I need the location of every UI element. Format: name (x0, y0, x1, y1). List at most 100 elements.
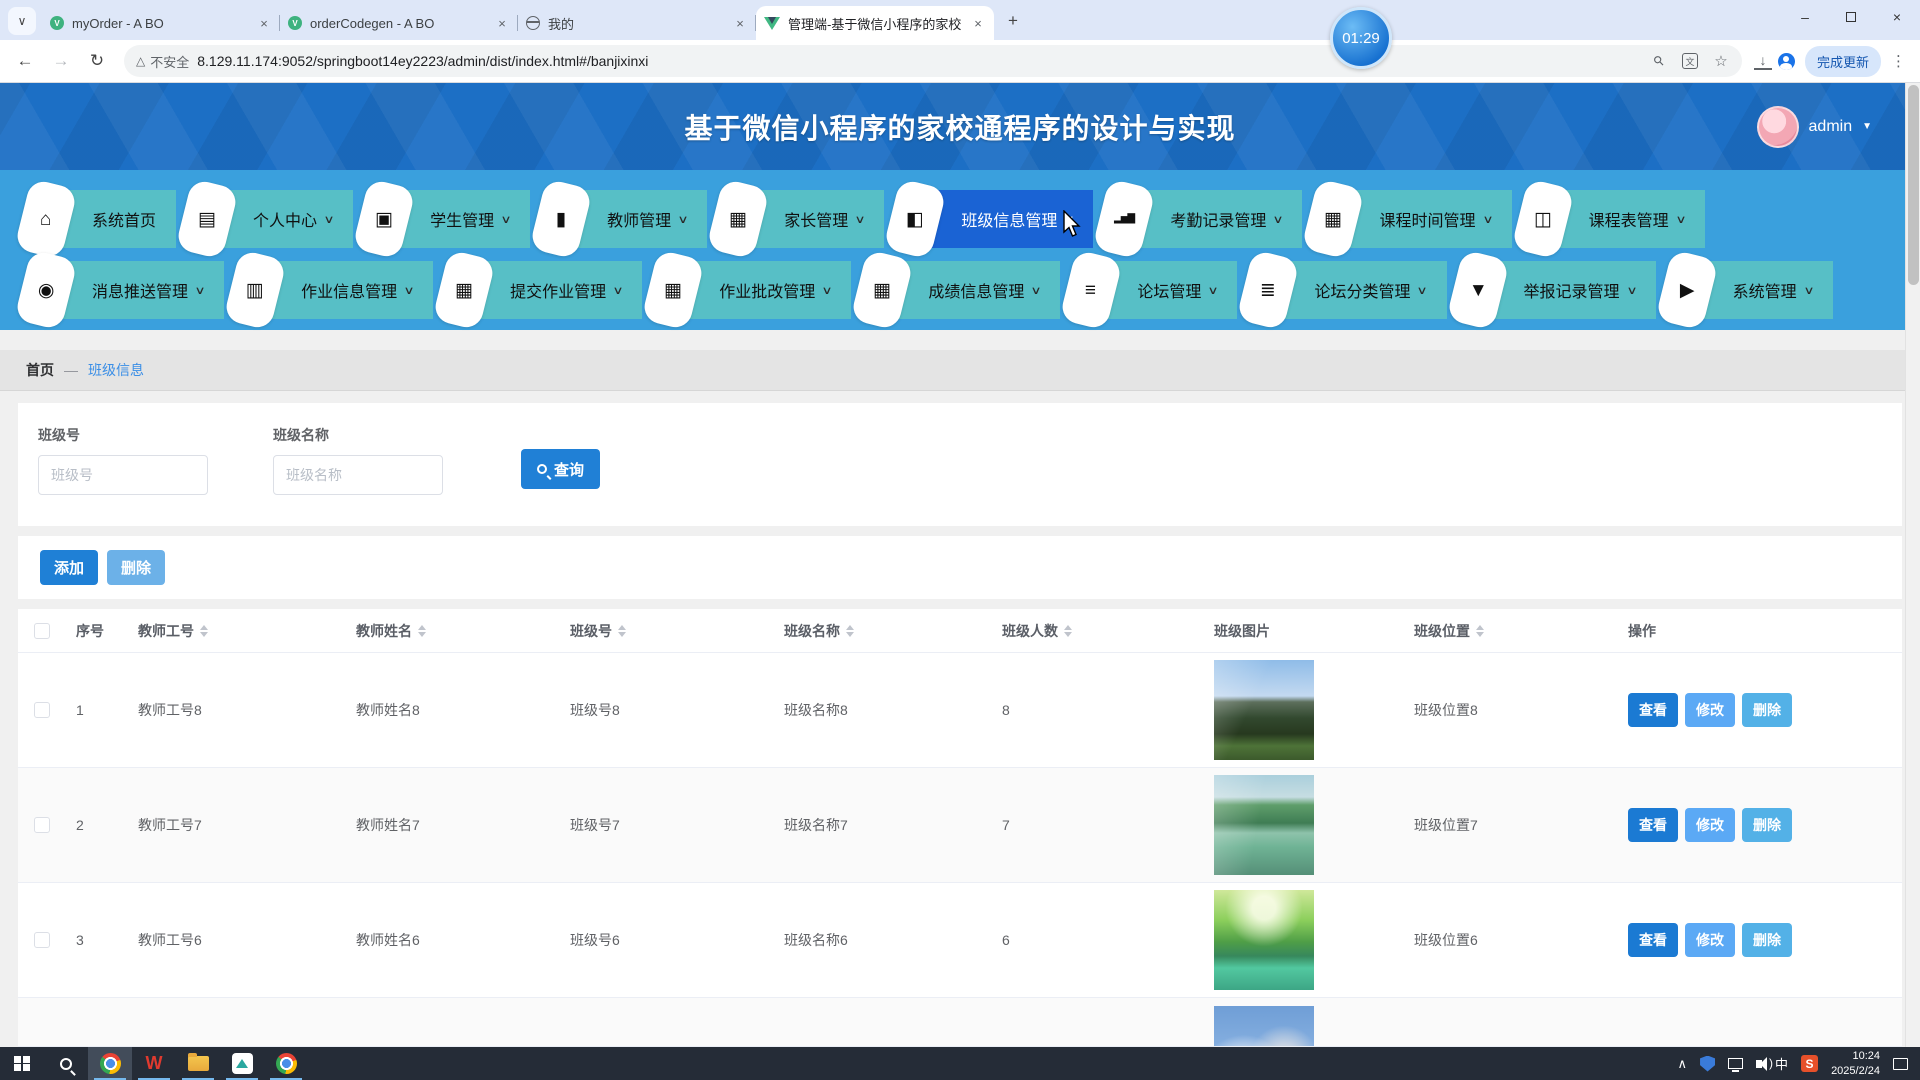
window-minimize-button[interactable]: – (1782, 0, 1828, 34)
taskbar-file-explorer[interactable] (176, 1047, 220, 1080)
query-button[interactable]: 查询 (521, 449, 600, 489)
select-all-checkbox[interactable] (34, 623, 50, 639)
profile-avatar-icon[interactable] (1778, 53, 1795, 70)
new-tab-button[interactable]: + (1000, 8, 1026, 34)
nav-item-forum-category-mgmt[interactable]: ≣ 论坛分类管理∨ (1252, 261, 1446, 319)
blue-sky-clouds-photo[interactable] (1214, 1006, 1314, 1047)
sort-icon[interactable] (1476, 625, 1484, 637)
view-button[interactable]: 查看 (1628, 808, 1678, 842)
col-teacher-name[interactable]: 教师姓名 (346, 621, 560, 641)
tab-close-icon[interactable]: × (494, 15, 510, 31)
window-restore-button[interactable] (1828, 0, 1874, 34)
security-chip[interactable]: △ 不安全 (136, 52, 189, 71)
volume-icon[interactable] (1756, 1060, 1762, 1068)
tray-expand-icon[interactable]: ∧ (1678, 1056, 1688, 1072)
edit-button[interactable]: 修改 (1685, 693, 1735, 727)
nav-item-homework-submit-mgmt[interactable]: ▦ 提交作业管理∨ (448, 261, 642, 319)
class-name-input[interactable] (273, 455, 443, 495)
back-button[interactable]: ← (10, 46, 40, 76)
nav-item-teacher-mgmt[interactable]: ▮ 教师管理∨ (545, 190, 707, 248)
sort-icon[interactable] (1064, 625, 1072, 637)
nav-item-attendance-mgmt[interactable]: ▂▅▇ 考勤记录管理∨ (1108, 190, 1302, 248)
mountain-valley-photo[interactable] (1214, 660, 1314, 760)
sogou-icon[interactable]: S (1801, 1055, 1818, 1072)
col-class-size[interactable]: 班级人数 (992, 621, 1204, 641)
sort-icon[interactable] (200, 625, 208, 637)
col-class-no[interactable]: 班级号 (560, 621, 774, 641)
scrollbar-thumb[interactable] (1908, 85, 1919, 285)
recording-timer-badge[interactable]: 01:29 (1330, 7, 1392, 69)
chrome-update-button[interactable]: 完成更新 (1805, 46, 1881, 77)
taskbar-chrome-active[interactable] (88, 1047, 132, 1080)
start-button[interactable] (0, 1047, 44, 1080)
url-text[interactable]: 8.129.11.174:9052/springboot14ey2223/adm… (197, 53, 1642, 69)
nav-item-score-info-mgmt[interactable]: ▦ 成绩信息管理∨ (866, 261, 1060, 319)
tab-close-icon[interactable]: × (256, 15, 272, 31)
nav-item-parent-mgmt[interactable]: ▦ 家长管理∨ (722, 190, 884, 248)
delete-button[interactable]: 删除 (1742, 808, 1792, 842)
user-menu[interactable]: admin ▼ (1757, 106, 1872, 148)
green-lake-photo[interactable] (1214, 890, 1314, 990)
page-scrollbar[interactable] (1905, 83, 1920, 1047)
nav-item-homework-info-mgmt[interactable]: ▥ 作业信息管理∨ (239, 261, 433, 319)
col-class-name[interactable]: 班级名称 (774, 621, 992, 641)
tab-close-icon[interactable]: × (732, 15, 748, 31)
nav-item-message-push-mgmt[interactable]: ◉ 消息推送管理∨ (30, 261, 224, 319)
password-key-icon[interactable]: ⚲ (1646, 48, 1671, 73)
row-checkbox[interactable] (34, 817, 50, 833)
home-icon: ⌂ (40, 209, 51, 228)
taskbar-search-button[interactable] (44, 1047, 88, 1080)
col-teacher-no[interactable]: 教师工号 (128, 621, 346, 641)
address-bar[interactable]: △ 不安全 8.129.11.174:9052/springboot14ey22… (124, 45, 1742, 77)
delete-button[interactable]: 删除 (1742, 693, 1792, 727)
browser-tab-2[interactable]: V orderCodegen - A BO × (280, 6, 518, 40)
nav-item-course-time-mgmt[interactable]: ▦ 课程时间管理∨ (1317, 190, 1511, 248)
taskbar-snipping-tool[interactable] (220, 1047, 264, 1080)
view-button[interactable]: 查看 (1628, 923, 1678, 957)
nav-item-homework-review-mgmt[interactable]: ▦ 作业批改管理∨ (657, 261, 851, 319)
browser-menu-icon[interactable]: ⋮ (1887, 52, 1910, 70)
batch-delete-button[interactable]: 删除 (107, 550, 165, 585)
sort-icon[interactable] (846, 625, 854, 637)
river-karst-photo[interactable] (1214, 775, 1314, 875)
notification-center-icon[interactable] (1893, 1058, 1908, 1070)
nav-item-system-mgmt[interactable]: ▶ 系统管理∨ (1671, 261, 1833, 319)
view-button[interactable]: 查看 (1628, 693, 1678, 727)
breadcrumb-home[interactable]: 首页 (26, 360, 54, 380)
forward-button[interactable]: → (46, 46, 76, 76)
browser-tab-3[interactable]: 我的 × (518, 6, 756, 40)
add-button[interactable]: 添加 (40, 550, 98, 585)
edit-button[interactable]: 修改 (1685, 808, 1735, 842)
tab-search-button[interactable]: ∨ (8, 7, 36, 35)
nav-item-student-mgmt[interactable]: ▣ 学生管理∨ (368, 190, 530, 248)
sort-icon[interactable] (418, 625, 426, 637)
translate-icon[interactable]: 文 (1682, 53, 1698, 69)
ime-indicator[interactable]: 中 (1775, 1054, 1788, 1073)
taskbar-clock[interactable]: 10:24 2025/2/24 (1831, 1049, 1880, 1079)
bookmark-star-icon[interactable]: ☆ (1712, 52, 1730, 70)
network-icon[interactable] (1728, 1058, 1743, 1069)
class-no-input[interactable] (38, 455, 208, 495)
nav-item-personal-center[interactable]: ▤ 个人中心∨ (191, 190, 353, 248)
taskbar-chrome-2[interactable] (264, 1047, 308, 1080)
nav-item-system-home[interactable]: ⌂ 系统首页 (30, 190, 176, 248)
browser-tab-1[interactable]: V myOrder - A BO × (42, 6, 280, 40)
row-checkbox[interactable] (34, 702, 50, 718)
nav-item-report-record-mgmt[interactable]: ▼ 举报记录管理∨ (1462, 261, 1656, 319)
nav-item-timetable-mgmt[interactable]: ◫ 课程表管理∨ (1527, 190, 1705, 248)
reload-button[interactable]: ↻ (82, 46, 112, 76)
edit-button[interactable]: 修改 (1685, 923, 1735, 957)
security-shield-icon[interactable] (1700, 1056, 1715, 1072)
breadcrumb-current[interactable]: 班级信息 (88, 360, 144, 380)
taskbar-wps[interactable]: W (132, 1047, 176, 1080)
col-class-location[interactable]: 班级位置 (1404, 621, 1618, 641)
download-icon[interactable]: ↓ (1754, 52, 1772, 70)
sort-icon[interactable] (618, 625, 626, 637)
row-checkbox[interactable] (34, 932, 50, 948)
browser-tab-active[interactable]: 管理端-基于微信小程序的家校 × (756, 6, 994, 40)
nav-item-forum-mgmt[interactable]: ≡ 论坛管理∨ (1075, 261, 1237, 319)
user-avatar[interactable] (1757, 106, 1799, 148)
delete-button[interactable]: 删除 (1742, 923, 1792, 957)
tab-close-icon[interactable]: × (970, 15, 986, 31)
window-close-button[interactable]: × (1874, 0, 1920, 34)
